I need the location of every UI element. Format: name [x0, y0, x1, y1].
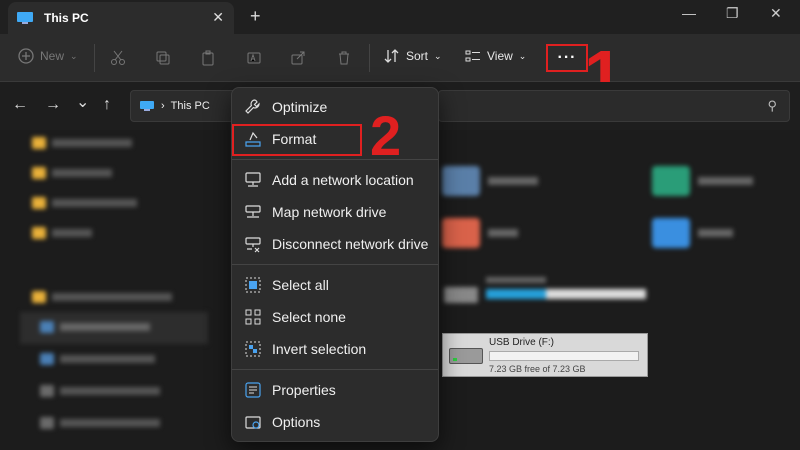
disconnect-drive-icon [245, 237, 261, 253]
drive-item[interactable] [440, 275, 650, 315]
menu-item-options[interactable]: Options [236, 407, 436, 437]
back-arrow-icon[interactable]: ← [12, 96, 28, 114]
copy-icon[interactable] [155, 50, 171, 66]
chevron-down-icon: ⌄ [434, 50, 442, 61]
annotation-step-2: 2 [370, 104, 402, 167]
tree-item[interactable] [32, 224, 92, 242]
rename-icon[interactable] [246, 50, 262, 66]
chevron-down-icon: ⌄ [518, 50, 527, 61]
content-area [440, 130, 800, 330]
tab-this-pc[interactable]: This PC ✕ [8, 2, 234, 34]
menu-item-label: Options [272, 414, 321, 430]
menu-item-select-all[interactable]: Select all [236, 270, 436, 300]
tree-item[interactable] [40, 318, 150, 336]
up-arrow-icon[interactable]: ↑ [103, 96, 111, 114]
menu-item-invert-selection[interactable]: Invert selection [236, 334, 436, 364]
menu-divider [232, 369, 438, 370]
tree-item[interactable] [32, 194, 137, 212]
tree-item[interactable] [32, 134, 132, 152]
drive-icon [449, 348, 483, 364]
menu-item-label: Select none [272, 309, 346, 325]
close-tab-icon[interactable]: ✕ [212, 9, 224, 26]
tree-item[interactable] [40, 414, 160, 432]
folder-item[interactable] [652, 166, 753, 196]
menu-item-label: Add a network location [272, 172, 414, 188]
tree-item[interactable] [40, 350, 155, 368]
title-bar: This PC ✕ + — ❐ ✕ [0, 0, 800, 34]
menu-item-select-none[interactable]: Select none [236, 302, 436, 332]
address-bar[interactable]: › This PC [130, 90, 240, 122]
sort-icon [384, 49, 399, 63]
see-more-button[interactable]: ··· [546, 44, 588, 72]
this-pc-icon [17, 12, 33, 24]
format-highlight-box [232, 124, 362, 156]
maximize-button[interactable]: ❐ [726, 5, 739, 22]
folder-item[interactable] [442, 166, 538, 196]
map-network-drive-icon [245, 205, 261, 218]
search-input[interactable]: ⚲ [438, 90, 790, 122]
chevron-down-icon: ⌄ [70, 50, 78, 61]
plus-circle-icon [18, 48, 34, 64]
view-label: View [487, 49, 513, 63]
view-button[interactable]: View ⌄ [465, 48, 526, 64]
select-none-icon [245, 309, 261, 325]
drive-usage-bar [489, 351, 639, 361]
new-tab-button[interactable]: + [250, 6, 261, 27]
minimize-button[interactable]: — [682, 5, 696, 21]
menu-item-map-network-drive[interactable]: Map network drive [236, 197, 436, 227]
paste-icon[interactable] [200, 50, 216, 66]
search-icon: ⚲ [767, 98, 777, 113]
divider [369, 44, 370, 72]
menu-item-disconnect-network-drive[interactable]: Disconnect network drive [236, 229, 436, 259]
command-bar: New ⌄ Sort ⌄ View ⌄ ··· 1 [0, 34, 800, 110]
properties-icon [245, 382, 261, 398]
tree-item[interactable] [32, 288, 172, 306]
menu-divider [232, 264, 438, 265]
tree-item[interactable] [32, 164, 112, 182]
sort-button[interactable]: Sort ⌄ [384, 48, 442, 64]
drive-free-space: 7.23 GB free of 7.23 GB [489, 364, 586, 374]
usb-drive-item[interactable]: USB Drive (F:) 7.23 GB free of 7.23 GB [442, 333, 648, 377]
navigation-pane [0, 130, 225, 450]
forward-arrow-icon[interactable]: → [45, 96, 61, 114]
close-window-button[interactable]: ✕ [770, 5, 782, 22]
menu-item-properties[interactable]: Properties [236, 375, 436, 405]
this-pc-icon [140, 101, 154, 111]
menu-item-optimize[interactable]: Optimize [236, 92, 436, 122]
breadcrumb-this-pc[interactable]: This PC [171, 100, 210, 112]
menu-item-add-network-location[interactable]: Add a network location [236, 165, 436, 195]
new-label: New [40, 49, 65, 63]
delete-icon[interactable] [336, 50, 352, 66]
menu-item-label: Properties [272, 382, 336, 398]
breadcrumb-separator: › [161, 100, 165, 112]
invert-selection-icon [245, 341, 261, 357]
menu-divider [232, 159, 438, 160]
sort-label: Sort [406, 49, 429, 63]
network-location-icon [245, 172, 261, 187]
drive-name: USB Drive (F:) [489, 337, 554, 348]
recent-locations-icon[interactable]: ⌄ [76, 92, 89, 112]
menu-item-label: Select all [272, 277, 329, 293]
menu-item-label: Disconnect network drive [272, 236, 429, 252]
folder-item[interactable] [652, 218, 733, 248]
menu-item-label: Map network drive [272, 204, 387, 220]
tree-item[interactable] [40, 382, 160, 400]
cut-icon[interactable] [110, 50, 126, 66]
share-icon[interactable] [290, 50, 306, 66]
tab-title: This PC [44, 11, 89, 25]
menu-item-label: Optimize [272, 99, 328, 115]
folder-item[interactable] [442, 218, 518, 248]
new-button[interactable]: New ⌄ [18, 48, 78, 64]
view-icon [465, 50, 480, 62]
wrench-icon [245, 99, 260, 114]
select-all-icon [245, 277, 261, 293]
options-icon [245, 416, 261, 429]
divider [94, 44, 95, 72]
menu-item-label: Invert selection [272, 341, 367, 357]
